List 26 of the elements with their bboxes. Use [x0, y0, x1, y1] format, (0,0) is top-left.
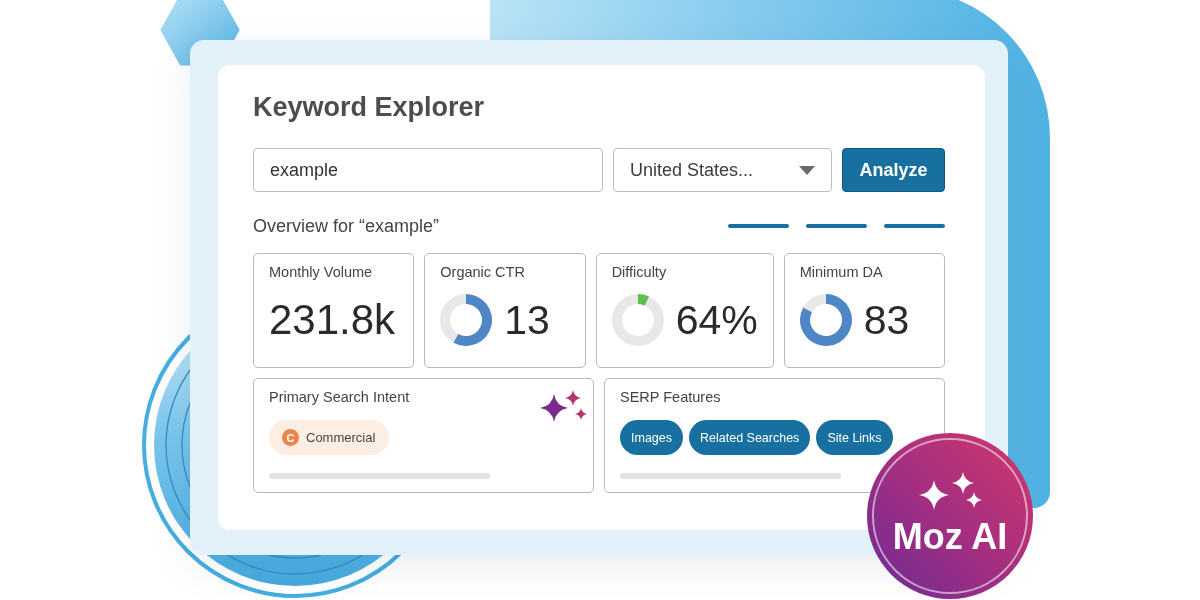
metric-label: Monthly Volume [269, 263, 374, 281]
metric-value: 231.8k [269, 296, 396, 344]
placeholder-line [884, 224, 945, 228]
overview-title: Overview for “example” [253, 215, 440, 238]
ai-badge-label: Moz AI [892, 517, 1008, 557]
placeholder-line [806, 224, 867, 228]
metric-value: 83 [863, 296, 910, 344]
metric-label: Organic CTR [440, 263, 526, 281]
feature-tag: Images [620, 420, 683, 455]
intent-label: Commercial [306, 430, 376, 445]
feature-tag: Related Searches [689, 420, 811, 455]
location-select[interactable]: United States... [613, 148, 832, 192]
placeholder-line [728, 224, 789, 228]
metric-label: Minimum DA [799, 263, 884, 281]
metric-label: Difficulty [611, 263, 668, 281]
serp-title: SERP Features [620, 388, 721, 406]
keyword-input[interactable]: example [253, 148, 603, 192]
letter-icon: C [282, 429, 299, 446]
sparkles-icon [540, 390, 588, 422]
metric-value: 64% [675, 296, 758, 344]
analyze-button[interactable]: Analyze [842, 148, 945, 192]
metric-value: 13 [504, 296, 550, 344]
feature-tag: Site Links [816, 420, 893, 455]
intent-title: Primary Search Intent [269, 388, 410, 406]
caret-icon [799, 165, 815, 175]
page-title: Keyword Explorer [253, 91, 486, 123]
